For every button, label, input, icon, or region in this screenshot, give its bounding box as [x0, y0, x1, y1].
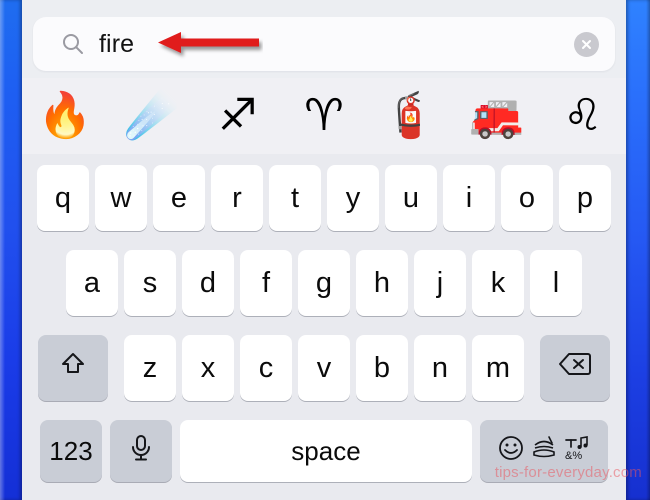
- key-m[interactable]: m: [472, 335, 524, 401]
- keyboard-row-3: z x c v b n m: [22, 335, 626, 401]
- emoji-result-sagittarius[interactable]: ♐: [195, 88, 281, 144]
- svg-text:&%: &%: [565, 450, 582, 462]
- on-screen-keyboard: q w e r t y u i o p a s d f g h j k l z …: [22, 154, 626, 500]
- key-o[interactable]: o: [501, 165, 553, 231]
- key-k[interactable]: k: [472, 250, 524, 316]
- shift-arrow-icon: [58, 349, 88, 387]
- key-d[interactable]: d: [182, 250, 234, 316]
- phone-screen: fire 🔥 ☄️ ♐ ♈ 🧯 🚒 ♌ q w e r t y u i o p …: [0, 0, 650, 500]
- key-b[interactable]: b: [356, 335, 408, 401]
- search-icon: [61, 32, 85, 56]
- backspace-icon: [557, 350, 593, 386]
- emoji-result-aries[interactable]: ♈: [281, 88, 367, 144]
- key-n[interactable]: n: [414, 335, 466, 401]
- key-z[interactable]: z: [124, 335, 176, 401]
- emoji-result-comet[interactable]: ☄️: [108, 88, 194, 144]
- key-p[interactable]: p: [559, 165, 611, 231]
- sagittarius-icon: ♐: [217, 90, 258, 141]
- emoji-results-strip: 🔥 ☄️ ♐ ♈ 🧯 🚒 ♌: [22, 78, 626, 154]
- key-s[interactable]: s: [124, 250, 176, 316]
- key-v[interactable]: v: [298, 335, 350, 401]
- keyboard-row-1: q w e r t y u i o p: [22, 165, 626, 231]
- fire-extinguisher-icon: 🧯: [382, 90, 438, 141]
- key-l[interactable]: l: [530, 250, 582, 316]
- key-t[interactable]: t: [269, 165, 321, 231]
- microphone-icon: [128, 433, 154, 470]
- wallpaper-right-edge: [626, 0, 650, 500]
- fire-icon: 🔥: [37, 90, 93, 141]
- key-g[interactable]: g: [298, 250, 350, 316]
- key-i[interactable]: i: [443, 165, 495, 231]
- emoji-picker-panel: fire 🔥 ☄️ ♐ ♈ 🧯 🚒 ♌ q w e r t y u i o p …: [22, 0, 626, 500]
- search-input[interactable]: fire: [33, 17, 615, 71]
- wallpaper-left-edge: [0, 0, 22, 500]
- key-a[interactable]: a: [66, 250, 118, 316]
- key-h[interactable]: h: [356, 250, 408, 316]
- numeric-mode-key[interactable]: 123: [40, 420, 102, 482]
- emoji-result-fire-extinguisher[interactable]: 🧯: [367, 88, 453, 144]
- key-e[interactable]: e: [153, 165, 205, 231]
- key-f[interactable]: f: [240, 250, 292, 316]
- shift-key[interactable]: [38, 335, 108, 401]
- aries-icon: ♈: [304, 90, 344, 141]
- emoji-result-leo[interactable]: ♌: [540, 88, 626, 144]
- search-bar-zone: fire: [22, 0, 626, 78]
- emoji-result-fire-engine[interactable]: 🚒: [453, 88, 539, 144]
- emoji-result-fire[interactable]: 🔥: [22, 88, 108, 144]
- dictation-key[interactable]: [110, 420, 172, 482]
- key-q[interactable]: q: [37, 165, 89, 231]
- leo-icon: ♌: [563, 90, 603, 141]
- backspace-key[interactable]: [540, 335, 610, 401]
- space-key[interactable]: space: [180, 420, 472, 482]
- key-u[interactable]: u: [385, 165, 437, 231]
- key-y[interactable]: y: [327, 165, 379, 231]
- key-x[interactable]: x: [182, 335, 234, 401]
- keyboard-row-2: a s d f g h j k l: [22, 250, 626, 316]
- key-j[interactable]: j: [414, 250, 466, 316]
- search-query-text: fire: [99, 30, 135, 58]
- clear-search-button[interactable]: [574, 32, 599, 57]
- key-c[interactable]: c: [240, 335, 292, 401]
- watermark: tips-for-everyday.com: [494, 464, 642, 481]
- fire-engine-icon: 🚒: [469, 90, 524, 141]
- key-r[interactable]: r: [211, 165, 263, 231]
- key-w[interactable]: w: [95, 165, 147, 231]
- comet-icon: ☄️: [124, 90, 179, 141]
